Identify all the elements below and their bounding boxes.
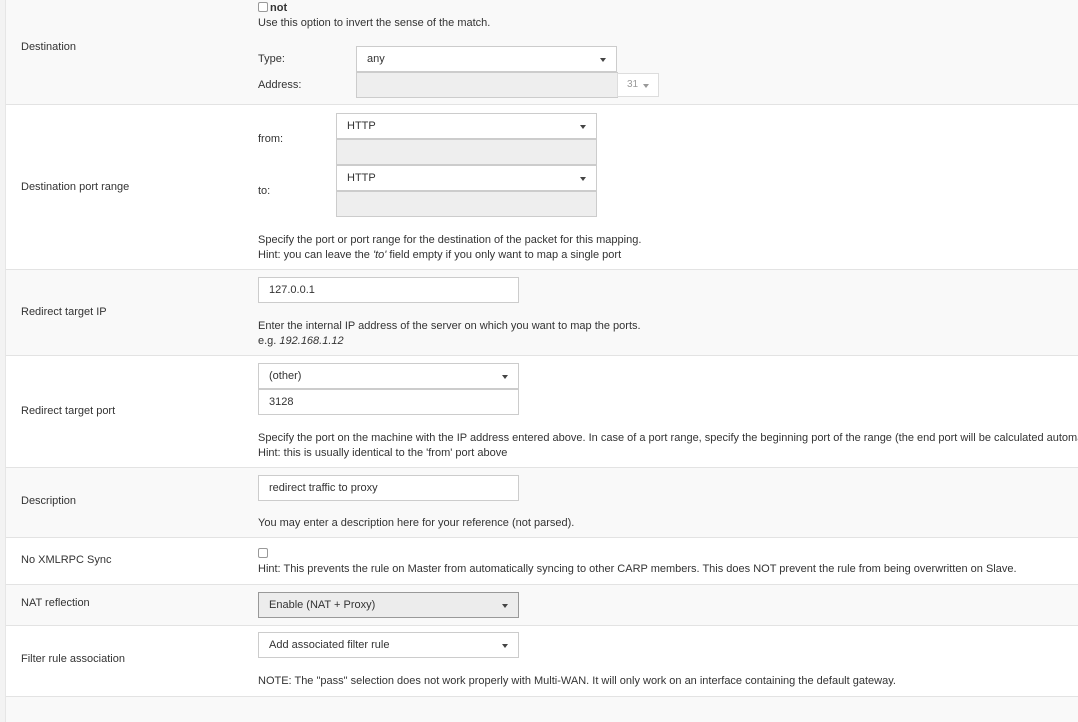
type-label: Type:: [258, 53, 285, 65]
destination-mask-value: 31: [627, 79, 639, 90]
destination-type-select[interactable]: any: [356, 46, 617, 72]
dest-port-hint: Specify the port or port range for the d…: [258, 234, 642, 246]
chevron-down-icon: [502, 604, 508, 608]
not-label: not: [270, 2, 288, 14]
redirect-port-hint: Specify the port on the machine with the…: [258, 432, 1078, 444]
filter-rule-select[interactable]: Add associated filter rule: [258, 632, 519, 658]
description-label: Description: [21, 495, 77, 507]
nat-reflection-select[interactable]: Enable (NAT + Proxy): [258, 592, 519, 618]
chevron-down-icon: [502, 644, 508, 648]
row-nat-reflection: NAT reflection Enable (NAT + Proxy): [6, 585, 1078, 626]
chevron-down-icon: [600, 58, 606, 62]
invert-hint: Use this option to invert the sense of t…: [258, 17, 491, 29]
destination-address-input[interactable]: [356, 72, 618, 98]
redirect-port-label: Redirect target port: [21, 405, 116, 417]
row-redirect-target-ip: Redirect target IP 127.0.0.1 Enter the i…: [6, 270, 1078, 356]
redirect-ip-hint: Enter the internal IP address of the ser…: [258, 320, 641, 332]
from-label: from:: [258, 133, 284, 145]
chevron-down-icon: [580, 125, 586, 129]
filter-rule-note: NOTE: The "pass" selection does not work…: [258, 675, 896, 687]
to-port-custom-input[interactable]: [336, 191, 597, 217]
redirect-ip-input[interactable]: 127.0.0.1: [258, 277, 519, 303]
chevron-down-icon: [502, 375, 508, 379]
chevron-down-icon: [643, 84, 649, 88]
redirect-port-hint-2: Hint: this is usually identical to the '…: [258, 447, 508, 459]
filter-rule-value: Add associated filter rule: [269, 639, 390, 651]
destination-label: Destination: [21, 41, 77, 53]
nat-reflection-value: Enable (NAT + Proxy): [269, 599, 376, 611]
description-hint: You may enter a description here for you…: [258, 517, 575, 529]
redirect-ip-label: Redirect target IP: [21, 306, 107, 318]
row-destination-port-range: Destination port range from: HTTP to: HT…: [6, 105, 1078, 270]
to-port-value: HTTP: [347, 172, 376, 184]
to-port-select[interactable]: HTTP: [336, 165, 597, 191]
redirect-port-select[interactable]: (other): [258, 363, 519, 389]
address-label: Address:: [258, 79, 302, 91]
redirect-port-input[interactable]: 3128: [258, 389, 519, 415]
dest-port-hint-2: Hint: you can leave the 'to' field empty…: [258, 249, 622, 261]
chevron-down-icon: [580, 177, 586, 181]
next-row-partial: [6, 697, 1078, 722]
from-port-custom-input[interactable]: [336, 139, 597, 165]
destination-type-value: any: [367, 53, 385, 65]
from-port-value: HTTP: [347, 120, 376, 132]
dest-port-label: Destination port range: [21, 181, 130, 193]
to-label: to:: [258, 185, 271, 197]
description-input[interactable]: redirect traffic to proxy: [258, 475, 519, 501]
redirect-port-select-value: (other): [269, 370, 302, 382]
redirect-ip-example: e.g. 192.168.1.12: [258, 335, 344, 347]
nat-reflection-label: NAT reflection: [21, 597, 90, 609]
xmlrpc-label: No XMLRPC Sync: [21, 554, 112, 566]
from-port-select[interactable]: HTTP: [336, 113, 597, 139]
row-description: Description redirect traffic to proxy Yo…: [6, 468, 1078, 538]
filter-rule-label: Filter rule association: [21, 653, 125, 665]
destination-mask-select[interactable]: 31: [617, 73, 659, 97]
xmlrpc-hint: Hint: This prevents the rule on Master f…: [258, 563, 1017, 575]
xmlrpc-checkbox[interactable]: [258, 548, 268, 558]
row-no-xmlrpc-sync: No XMLRPC Sync Hint: This prevents the r…: [6, 538, 1078, 585]
row-redirect-target-port: Redirect target port (other) 3128 Specif…: [6, 356, 1078, 468]
row-filter-rule-association: Filter rule association Add associated f…: [6, 626, 1078, 697]
row-destination: Destination not Use this option to inver…: [6, 0, 1078, 105]
not-checkbox[interactable]: [258, 2, 268, 12]
